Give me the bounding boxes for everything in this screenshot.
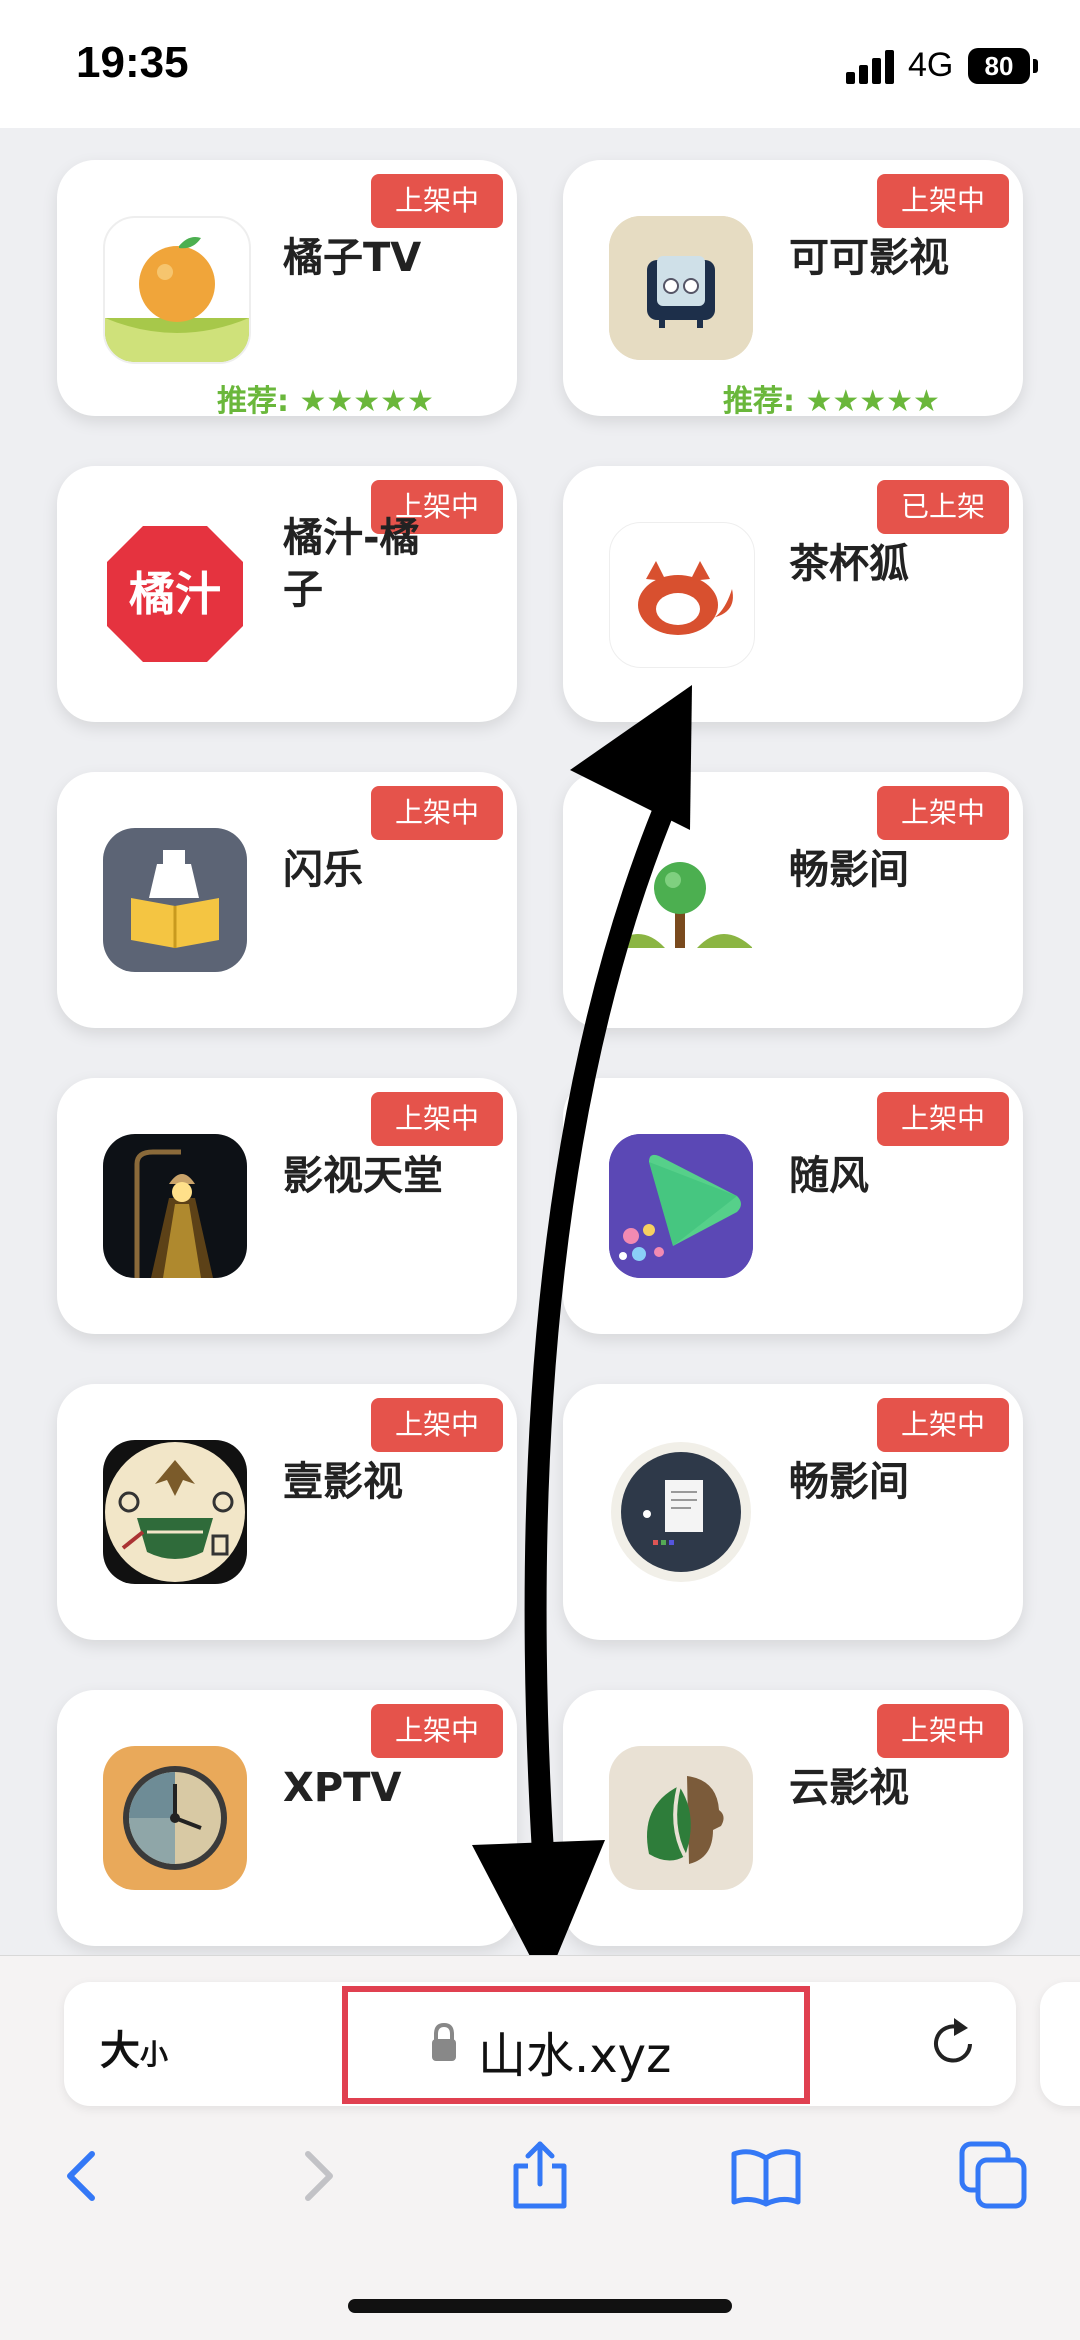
status-badge: 上架中 bbox=[371, 1398, 503, 1452]
text-size-button[interactable]: 大小 bbox=[100, 2018, 168, 2076]
status-badge: 上架中 bbox=[877, 1398, 1009, 1452]
status-badge: 上架中 bbox=[877, 174, 1009, 228]
book-bottle-icon bbox=[103, 828, 247, 972]
status-badge: 上架中 bbox=[877, 786, 1009, 840]
home-indicator[interactable] bbox=[348, 2299, 732, 2313]
address-bar[interactable]: 大小 山水.xyz bbox=[64, 1982, 1016, 2106]
cellular-signal-icon bbox=[846, 50, 898, 84]
battery-icon: 80 bbox=[968, 48, 1030, 84]
leaf-lion-icon bbox=[609, 1746, 753, 1890]
text-size-large: 大 bbox=[100, 2028, 140, 2074]
app-card[interactable]: 上架中 随风 bbox=[563, 1078, 1023, 1334]
app-card[interactable]: 上架中 云影视 bbox=[563, 1690, 1023, 1946]
status-time: 19:35 bbox=[76, 38, 189, 87]
fox-icon bbox=[609, 522, 755, 668]
rating-label: 推荐: ★★★★★ bbox=[217, 384, 434, 419]
app-name: 壹影视 bbox=[283, 1459, 403, 1505]
app-card[interactable]: 上架中 橘子TV 推荐: ★★★★★ bbox=[57, 160, 517, 419]
rating-label: 推荐: ★★★★★ bbox=[723, 384, 940, 419]
status-badge: 上架中 bbox=[371, 1092, 503, 1146]
lock-icon bbox=[432, 2022, 456, 2061]
app-card[interactable]: 上架中 可可影视 推荐: ★★★★★ bbox=[563, 160, 1023, 419]
juice-text-icon: 橘汁 bbox=[103, 522, 247, 666]
text-size-small: 小 bbox=[140, 2038, 169, 2071]
app-name: XPTV bbox=[283, 1765, 402, 1811]
app-name: 可可影视 bbox=[789, 235, 949, 281]
battery-tip bbox=[1033, 59, 1038, 73]
status-badge: 上架中 bbox=[877, 1092, 1009, 1146]
app-name: 闪乐 bbox=[283, 847, 363, 893]
app-name: 云影视 bbox=[789, 1765, 909, 1811]
retro-tv-icon bbox=[609, 216, 753, 360]
app-name: 畅影间 bbox=[789, 847, 909, 893]
app-name: 随风 bbox=[789, 1153, 869, 1199]
network-type: 4G bbox=[908, 46, 954, 84]
status-badge: 上架中 bbox=[877, 1704, 1009, 1758]
emblem-icon bbox=[103, 1440, 247, 1584]
share-icon[interactable] bbox=[504, 2140, 576, 2212]
lamp-icon bbox=[103, 1134, 247, 1278]
forward-icon[interactable] bbox=[280, 2140, 352, 2212]
app-card[interactable]: 上架中 影视天堂 bbox=[57, 1078, 517, 1334]
app-card[interactable]: 上架中 橘汁 橘汁-橘子 bbox=[57, 466, 517, 722]
status-badge: 已上架 bbox=[877, 480, 1009, 534]
app-name: 畅影间 bbox=[789, 1459, 909, 1505]
clock-icon bbox=[103, 1746, 247, 1890]
app-name: 影视天堂 bbox=[283, 1153, 443, 1199]
status-badge: 上架中 bbox=[371, 1704, 503, 1758]
status-badge: 上架中 bbox=[371, 174, 503, 228]
app-card[interactable]: 上架中 畅影间 bbox=[563, 772, 1023, 1028]
status-bar: 19:35 4G 80 bbox=[0, 0, 1080, 128]
app-name: 橘子TV bbox=[283, 235, 422, 281]
url-highlight-box[interactable]: 山水.xyz bbox=[342, 1986, 810, 2104]
app-card[interactable]: 上架中 XPTV bbox=[57, 1690, 517, 1946]
app-card[interactable]: 已上架 茶杯狐 bbox=[563, 466, 1023, 722]
browser-toolbar: 大小 山水.xyz bbox=[0, 1955, 1080, 2340]
back-icon[interactable] bbox=[48, 2140, 120, 2212]
play-arrow-icon bbox=[609, 1134, 753, 1278]
tree-icon bbox=[609, 828, 753, 972]
tabs-icon[interactable] bbox=[958, 2140, 1030, 2212]
app-name: 橘汁-橘子 bbox=[283, 515, 420, 613]
icon-label: 橘汁 bbox=[129, 567, 221, 621]
app-name: 茶杯狐 bbox=[789, 541, 909, 587]
app-card[interactable]: 上架中 畅影间 bbox=[563, 1384, 1023, 1640]
status-badge: 上架中 bbox=[371, 786, 503, 840]
bookmarks-icon[interactable] bbox=[730, 2140, 802, 2212]
app-card[interactable]: 上架中 闪乐 bbox=[57, 772, 517, 1028]
reload-icon[interactable] bbox=[926, 2014, 982, 2070]
orange-fruit-icon bbox=[103, 216, 251, 364]
next-tab-preview[interactable] bbox=[1040, 1982, 1080, 2106]
app-card[interactable]: 上架中 壹影视 bbox=[57, 1384, 517, 1640]
url-text: 山水.xyz bbox=[478, 2028, 672, 2084]
document-circle-icon bbox=[609, 1440, 753, 1584]
